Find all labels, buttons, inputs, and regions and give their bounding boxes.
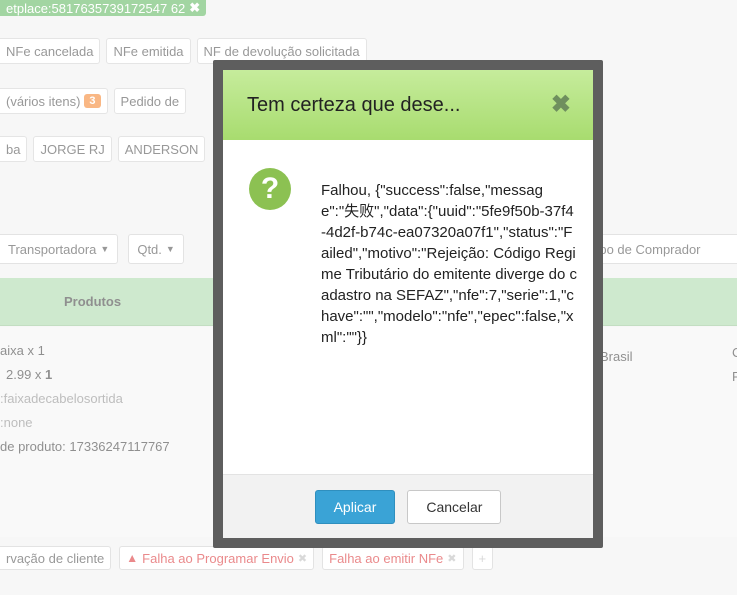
apply-button[interactable]: Aplicar xyxy=(314,489,396,524)
dialog-body: ? Falhou, {"success":false,"message":"失败… xyxy=(223,140,593,474)
cancel-button[interactable]: Cancelar xyxy=(407,489,502,524)
question-icon: ? xyxy=(249,168,291,210)
dialog-message: Falhou, {"success":false,"message":"失败",… xyxy=(321,182,577,346)
dialog-header: Tem certeza que dese... ✖ xyxy=(223,70,593,140)
close-icon[interactable]: ✖ xyxy=(551,93,571,117)
confirm-dialog: Tem certeza que dese... ✖ ? Falhou, {"su… xyxy=(223,70,593,538)
dialog-footer: Aplicar Cancelar xyxy=(223,474,593,538)
confirm-dialog-frame: Tem certeza que dese... ✖ ? Falhou, {"su… xyxy=(213,60,603,548)
dialog-title: Tem certeza que dese... xyxy=(247,93,461,116)
